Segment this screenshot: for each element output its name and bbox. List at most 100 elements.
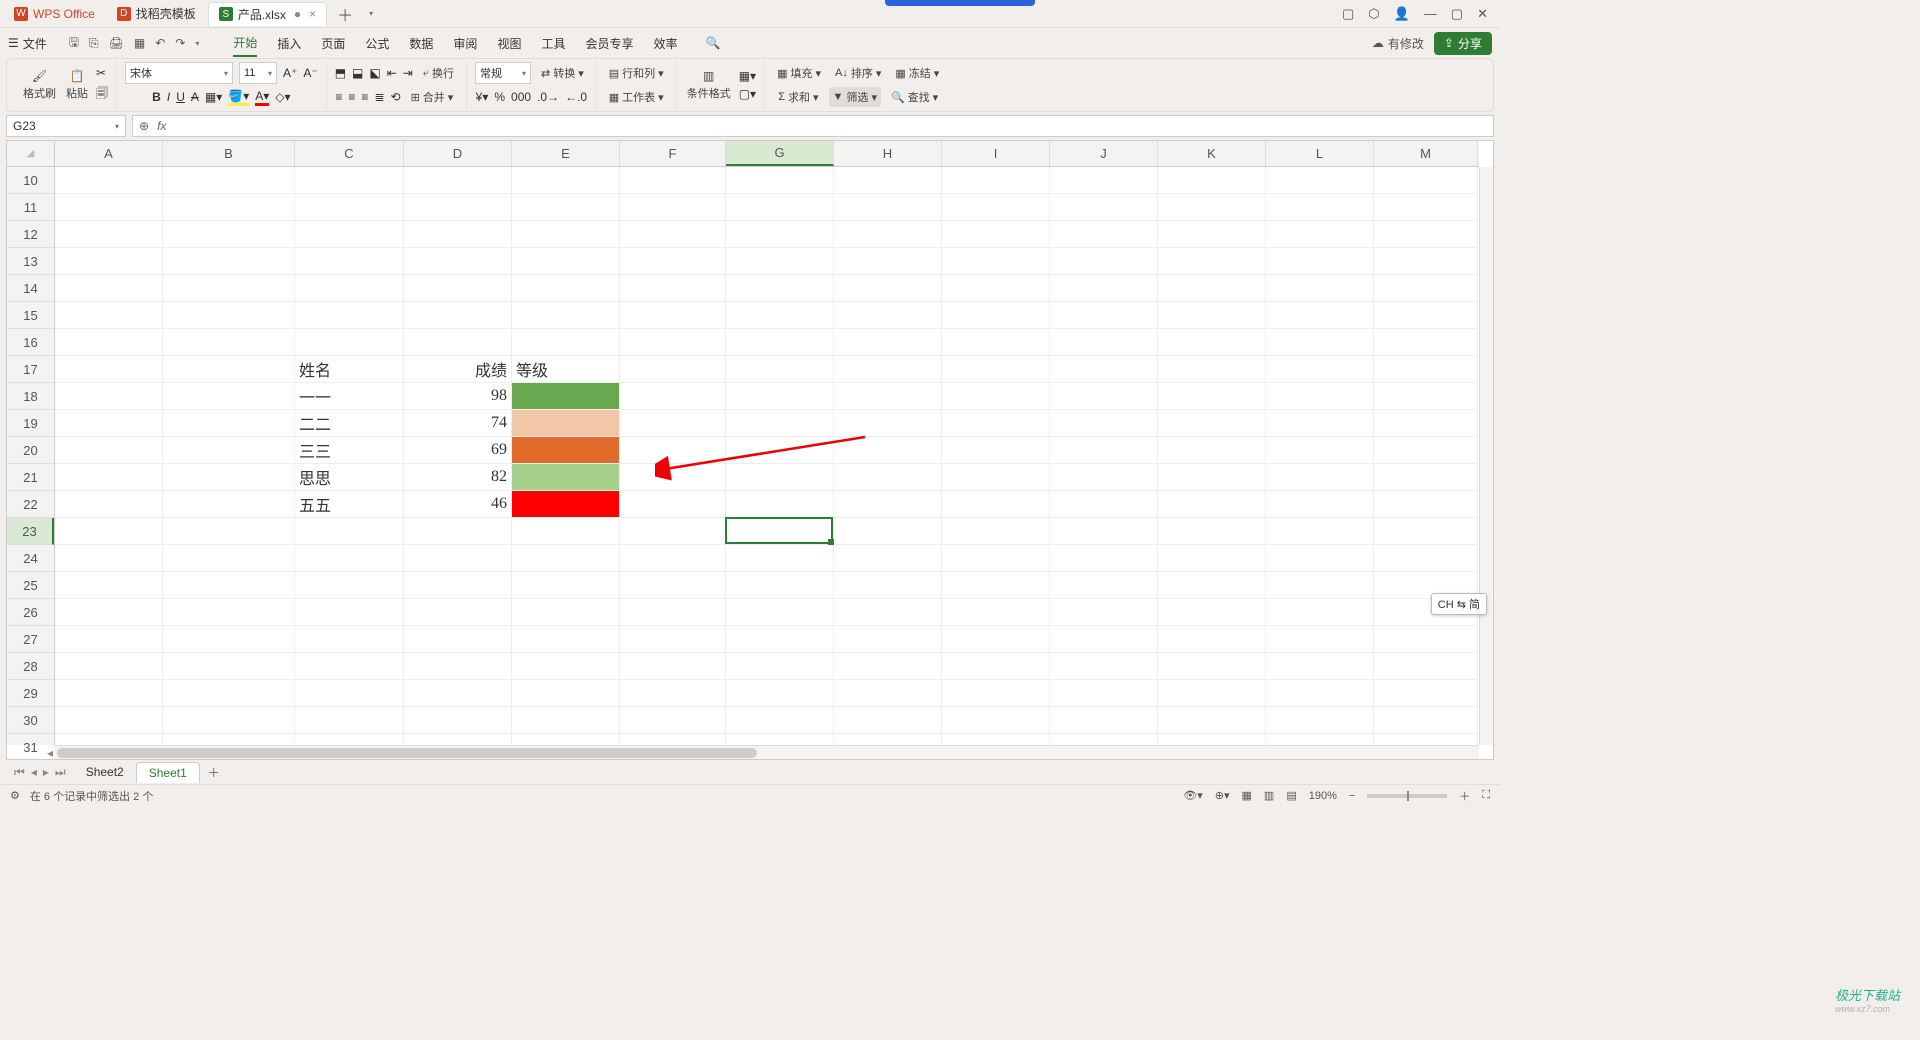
cell-H22[interactable] xyxy=(834,491,942,518)
cell-G26[interactable] xyxy=(726,599,834,626)
cell-H13[interactable] xyxy=(834,248,942,275)
orientation-icon[interactable]: ⟲ xyxy=(391,90,401,104)
has-changes[interactable]: ☁ 有修改 xyxy=(1372,35,1424,52)
find-button[interactable]: 🔍查找▾ xyxy=(887,87,942,107)
select-all-corner[interactable] xyxy=(7,141,55,167)
cell-A30[interactable] xyxy=(55,707,163,734)
cell-K30[interactable] xyxy=(1158,707,1266,734)
cell-A14[interactable] xyxy=(55,275,163,302)
cell-H16[interactable] xyxy=(834,329,942,356)
cell-H24[interactable] xyxy=(834,545,942,572)
indent-inc-icon[interactable]: ⇥ xyxy=(403,66,413,80)
cell-A27[interactable] xyxy=(55,626,163,653)
cell-G20[interactable] xyxy=(726,437,834,464)
cell-I11[interactable] xyxy=(942,194,1050,221)
cell-K23[interactable] xyxy=(1158,518,1266,545)
sheet-tab-sheet1[interactable]: Sheet1 xyxy=(136,762,200,783)
col-header-L[interactable]: L xyxy=(1266,141,1374,166)
cell-K13[interactable] xyxy=(1158,248,1266,275)
cell-E19[interactable] xyxy=(512,410,620,437)
cell-C21[interactable]: 思思 xyxy=(295,464,404,491)
cell-E13[interactable] xyxy=(512,248,620,275)
view-break-icon[interactable]: ▤ xyxy=(1286,789,1296,802)
tab-template[interactable]: D 找稻壳模板 xyxy=(107,2,206,26)
cell-K11[interactable] xyxy=(1158,194,1266,221)
expand-icon[interactable]: ⛶ xyxy=(1482,789,1490,802)
cell-M23[interactable] xyxy=(1374,518,1478,545)
menu-tab-7[interactable]: 工具 xyxy=(541,31,565,56)
cell-A11[interactable] xyxy=(55,194,163,221)
cell-K27[interactable] xyxy=(1158,626,1266,653)
row-header-10[interactable]: 10 xyxy=(7,167,54,194)
cell-L13[interactable] xyxy=(1266,248,1374,275)
cell-K14[interactable] xyxy=(1158,275,1266,302)
cell-D21[interactable]: 82 xyxy=(404,464,512,491)
cell-H18[interactable] xyxy=(834,383,942,410)
tab-app[interactable]: W WPS Office xyxy=(4,2,105,26)
cell-B15[interactable] xyxy=(163,302,295,329)
cell-H15[interactable] xyxy=(834,302,942,329)
menu-tab-6[interactable]: 视图 xyxy=(497,31,521,56)
col-header-E[interactable]: E xyxy=(512,141,620,166)
cell-I12[interactable] xyxy=(942,221,1050,248)
cell-M22[interactable] xyxy=(1374,491,1478,518)
zoom-value[interactable]: 190% xyxy=(1309,790,1337,802)
sort-button[interactable]: A↓排序▾ xyxy=(831,63,885,83)
cell-E18[interactable] xyxy=(512,383,620,410)
wrap-text-button[interactable]: ⤶换行 xyxy=(419,63,458,83)
cell-I17[interactable] xyxy=(942,356,1050,383)
cell-D10[interactable] xyxy=(404,167,512,194)
bold-button[interactable]: B xyxy=(152,90,161,104)
cell-D16[interactable] xyxy=(404,329,512,356)
align-left-icon[interactable]: ≡ xyxy=(335,90,342,104)
col-header-B[interactable]: B xyxy=(163,141,295,166)
cell-G29[interactable] xyxy=(726,680,834,707)
cell-E17[interactable]: 等级 xyxy=(512,356,620,383)
align-middle-icon[interactable]: ⬓ xyxy=(352,66,363,80)
cell-I21[interactable] xyxy=(942,464,1050,491)
cell-I20[interactable] xyxy=(942,437,1050,464)
cell-D17[interactable]: 成绩 xyxy=(404,356,512,383)
cell-C30[interactable] xyxy=(295,707,404,734)
cell-A12[interactable] xyxy=(55,221,163,248)
cell-L29[interactable] xyxy=(1266,680,1374,707)
cell-M30[interactable] xyxy=(1374,707,1478,734)
view-page-icon[interactable]: ▥ xyxy=(1264,789,1274,802)
cell-L27[interactable] xyxy=(1266,626,1374,653)
tab-menu-caret[interactable]: ▾ xyxy=(361,9,381,18)
cell-L26[interactable] xyxy=(1266,599,1374,626)
cell-L28[interactable] xyxy=(1266,653,1374,680)
cell-K18[interactable] xyxy=(1158,383,1266,410)
cell-E20[interactable] xyxy=(512,437,620,464)
cell-M14[interactable] xyxy=(1374,275,1478,302)
fill-button[interactable]: ▦填充▾ xyxy=(773,63,825,83)
cell-D25[interactable] xyxy=(404,572,512,599)
cell-M10[interactable] xyxy=(1374,167,1478,194)
cell-A26[interactable] xyxy=(55,599,163,626)
cell-B20[interactable] xyxy=(163,437,295,464)
cell-I23[interactable] xyxy=(942,518,1050,545)
cell-F15[interactable] xyxy=(620,302,726,329)
strike-button[interactable]: A xyxy=(191,90,199,104)
row-header-23[interactable]: 23 xyxy=(7,518,54,545)
cell-A19[interactable] xyxy=(55,410,163,437)
cell-H19[interactable] xyxy=(834,410,942,437)
cell-C26[interactable] xyxy=(295,599,404,626)
cell-D23[interactable] xyxy=(404,518,512,545)
row-header-29[interactable]: 29 xyxy=(7,680,54,707)
zoom-slider[interactable] xyxy=(1367,794,1447,798)
cell-K19[interactable] xyxy=(1158,410,1266,437)
cell-B26[interactable] xyxy=(163,599,295,626)
cell-G28[interactable] xyxy=(726,653,834,680)
cell-C20[interactable]: 三三 xyxy=(295,437,404,464)
last-sheet-icon[interactable]: ⏭ xyxy=(55,765,66,780)
cell-D28[interactable] xyxy=(404,653,512,680)
cell-H10[interactable] xyxy=(834,167,942,194)
worksheet-button[interactable]: ▦工作表▾ xyxy=(605,87,668,107)
cell-C16[interactable] xyxy=(295,329,404,356)
cell-H27[interactable] xyxy=(834,626,942,653)
cell-C14[interactable] xyxy=(295,275,404,302)
cell-C24[interactable] xyxy=(295,545,404,572)
cell-H29[interactable] xyxy=(834,680,942,707)
col-header-F[interactable]: F xyxy=(620,141,726,166)
